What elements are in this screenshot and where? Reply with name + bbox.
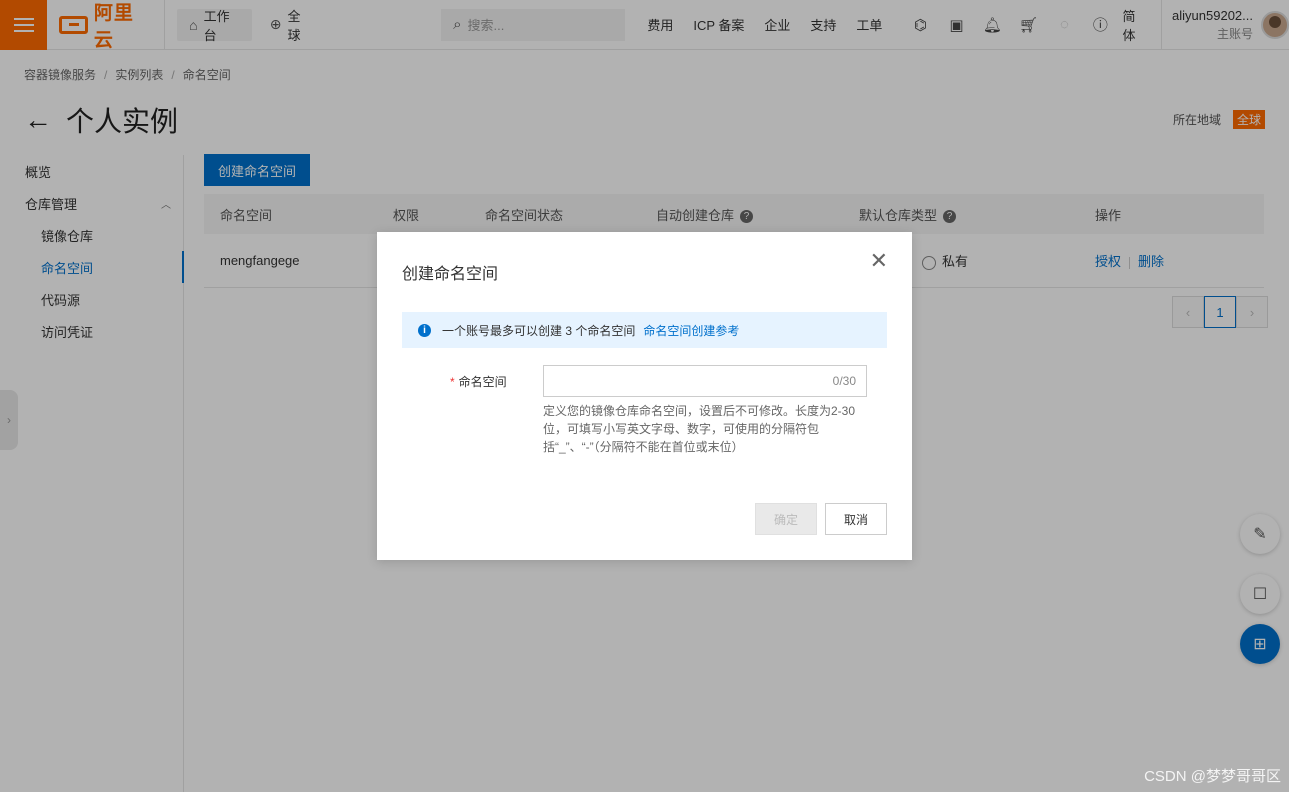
required-mark: *: [450, 375, 455, 389]
notice-text: 一个账号最多可以创建 3 个命名空间: [442, 323, 636, 338]
confirm-button[interactable]: 确定: [755, 503, 817, 535]
field-hint: 定义您的镜像仓库命名空间，设置后不可修改。长度为2-30位，可填写小写英文字母、…: [543, 404, 856, 454]
close-icon[interactable]: ✕: [870, 250, 888, 272]
char-counter: 0/30: [832, 374, 856, 388]
info-icon: i: [418, 323, 431, 337]
field-label-text: 命名空间: [458, 375, 507, 389]
create-namespace-dialog: 创建命名空间 ✕ i 一个账号最多可以创建 3 个命名空间 命名空间创建参考 *…: [377, 232, 912, 560]
dialog-title: 创建命名空间: [402, 266, 499, 283]
namespace-field-label: * 命名空间: [450, 373, 507, 390]
info-notice: i 一个账号最多可以创建 3 个命名空间 命名空间创建参考: [402, 312, 887, 348]
notice-link[interactable]: 命名空间创建参考: [643, 322, 739, 339]
namespace-field[interactable]: 0/30: [543, 365, 867, 397]
namespace-input[interactable]: [544, 366, 804, 396]
watermark: CSDN @梦梦哥哥区: [1144, 768, 1281, 785]
cancel-button[interactable]: 取消: [825, 503, 887, 535]
